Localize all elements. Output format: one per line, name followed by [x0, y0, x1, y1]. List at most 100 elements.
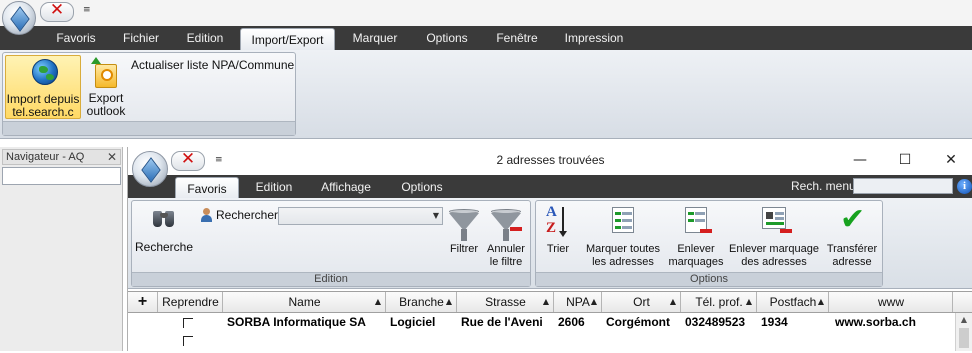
scroll-up-icon[interactable]: ▲: [956, 313, 972, 327]
grid-header: + Reprendre Name ▲ Branche ▲ Strasse ▲ NPA ▲…: [128, 291, 972, 313]
inner-tab-favoris[interactable]: Favoris: [175, 177, 239, 199]
navigator-pane: Navigateur - AQ ✕: [0, 147, 123, 351]
chevron-down-icon: ▼: [432, 211, 439, 220]
scroll-thumb[interactable]: [959, 328, 969, 348]
recherche-label: Recherche: [134, 240, 194, 254]
inner-titlebar: ✕ ≡ 2 adresses trouvées — ☐ ✕: [128, 147, 972, 187]
inner-tab-bar: Favoris Edition Affichage Options Rech. …: [128, 175, 972, 199]
rechercher-combo[interactable]: ▼: [278, 207, 443, 225]
edition-group: Recherche Rechercher ▼ Filtrer Annuler l…: [131, 200, 531, 287]
sort-az-icon: A: [546, 204, 557, 220]
person-search-icon: [200, 208, 214, 222]
recherche-button[interactable]: Recherche: [134, 203, 194, 261]
col-postfach[interactable]: Postfach ▲: [758, 292, 829, 312]
address-grid: + Reprendre Name ▲ Branche ▲ Strasse ▲ NPA ▲…: [128, 291, 972, 351]
inner-window: ✕ ≡ 2 adresses trouvées — ☐ ✕ Favoris Ed…: [127, 147, 972, 351]
col-ort[interactable]: Ort ▲: [603, 292, 681, 312]
edition-group-title: Edition: [132, 272, 530, 286]
table-row[interactable]: [128, 333, 953, 353]
annuler-label-line1: Annuler: [487, 243, 525, 255]
sort-up-icon: ▲: [745, 297, 752, 306]
rechercher-label: Rechercher: [216, 208, 279, 222]
trier-label: Trier: [546, 243, 570, 255]
table-row[interactable]: SORBA Informatique SA Logiciel Rue de l'…: [128, 313, 953, 333]
cell-postfach: 1934: [761, 315, 788, 329]
enlever-marquage-adresses-button[interactable]: Enlever marquage des adresses: [726, 203, 822, 268]
reprendre-checkbox[interactable]: [183, 336, 193, 346]
help-icon[interactable]: i: [957, 179, 972, 194]
transferer-adresse-button[interactable]: ✔ Transférer adresse: [824, 202, 880, 269]
vertical-scrollbar[interactable]: ▲: [955, 313, 972, 351]
enlever-marquage-label-line1: Enlever marquage: [729, 243, 819, 255]
cell-ort: Corgémont: [606, 315, 670, 329]
col-ort-label: Ort: [633, 295, 650, 309]
export-label-line2: outlook: [86, 104, 126, 118]
marquer-label-line2: les adresses: [592, 256, 654, 268]
filtrer-button[interactable]: Filtrer: [446, 203, 482, 265]
import-tel-search-button[interactable]: Import depuis tel.search.c: [5, 55, 81, 119]
export-outlook-button[interactable]: Export outlook: [83, 55, 129, 119]
cell-name: SORBA Informatique SA: [227, 315, 366, 329]
navigator-title: Navigateur - AQ: [6, 151, 85, 163]
tab-import-export[interactable]: Import/Export: [240, 28, 335, 50]
options-group: A Z Trier Marquer toutes les adresses En…: [535, 200, 883, 287]
col-www[interactable]: www: [830, 292, 953, 312]
outer-titlebar: ✕ ≡: [0, 0, 972, 35]
inner-tab-edition[interactable]: Edition: [246, 175, 302, 199]
sort-up-icon: ▲: [374, 297, 381, 306]
import-export-group: Import depuis tel.search.c Export outloo…: [2, 52, 296, 136]
menu-search-label: Rech. menu: [791, 179, 856, 193]
navigator-search-input[interactable]: [2, 167, 121, 185]
update-npa-commune-button[interactable]: Actualiser liste NPA/Commune: [131, 58, 294, 72]
import-label-line2: tel.search.c: [12, 105, 74, 119]
export-arrow-icon: [91, 57, 101, 64]
maximize-icon[interactable]: ☐: [890, 150, 920, 170]
marquer-toutes-button[interactable]: Marquer toutes les adresses: [580, 203, 666, 268]
navigator-close-icon[interactable]: ✕: [107, 150, 117, 165]
inner-ribbon: Recherche Rechercher ▼ Filtrer Annuler l…: [128, 198, 972, 289]
outer-tab-bar: Favoris Fichier Edition Import/Export Ma…: [0, 26, 972, 50]
tab-options[interactable]: Options: [416, 26, 478, 50]
tab-edition[interactable]: Edition: [176, 26, 234, 50]
col-postfach-label: Postfach: [769, 295, 817, 309]
sort-up-icon: ▲: [669, 297, 676, 306]
quick-access-dropdown-icon[interactable]: ≡: [83, 5, 91, 15]
enlever-marquage-label-line2: des adresses: [741, 256, 807, 268]
annuler-filtre-button[interactable]: Annuler le filtre: [484, 203, 528, 268]
col-npa[interactable]: NPA ▲: [555, 292, 602, 312]
transferer-label-line1: Transférer: [826, 243, 878, 255]
tab-marquer[interactable]: Marquer: [342, 26, 408, 50]
annuler-label-line2: le filtre: [489, 256, 523, 268]
col-tel-label: Tél. prof.: [695, 295, 743, 309]
col-name[interactable]: Name ▲: [224, 292, 386, 312]
cell-www: www.sorba.ch: [835, 315, 916, 329]
inner-tab-options[interactable]: Options: [392, 175, 452, 199]
add-row-button[interactable]: +: [128, 292, 158, 312]
tab-favoris[interactable]: Favoris: [46, 26, 106, 50]
sort-up-icon: ▲: [542, 297, 549, 306]
col-branche[interactable]: Branche ▲: [387, 292, 457, 312]
minimize-icon[interactable]: —: [845, 150, 875, 170]
col-name-label: Name: [288, 295, 321, 309]
checkmark-icon: ✔: [840, 202, 866, 237]
col-npa-label: NPA: [566, 295, 590, 309]
marquer-label-line1: Marquer toutes: [586, 243, 660, 255]
navigator-header: Navigateur - AQ ✕: [2, 149, 121, 165]
tab-fichier[interactable]: Fichier: [112, 26, 170, 50]
cell-branche: Logiciel: [390, 315, 436, 329]
globe-icon: [32, 59, 58, 85]
tab-impression[interactable]: Impression: [556, 26, 632, 50]
col-tel-prof[interactable]: Tél. prof. ▲: [682, 292, 757, 312]
app-menu-orb-icon[interactable]: [2, 1, 36, 35]
inner-menu-orb-icon[interactable]: [132, 151, 168, 187]
quick-close-icon[interactable]: ✕: [40, 0, 74, 22]
col-reprendre[interactable]: Reprendre: [159, 292, 223, 312]
menu-search-input[interactable]: [853, 178, 953, 194]
window-close-icon[interactable]: ✕: [936, 150, 966, 170]
col-strasse[interactable]: Strasse ▲: [458, 292, 554, 312]
inner-tab-affichage[interactable]: Affichage: [312, 175, 380, 199]
enlever-marquages-button[interactable]: Enlever marquages: [668, 203, 724, 268]
tab-fenetre[interactable]: Fenêtre: [486, 26, 548, 50]
reprendre-checkbox[interactable]: [183, 318, 193, 328]
trier-button[interactable]: A Z Trier: [540, 203, 576, 265]
